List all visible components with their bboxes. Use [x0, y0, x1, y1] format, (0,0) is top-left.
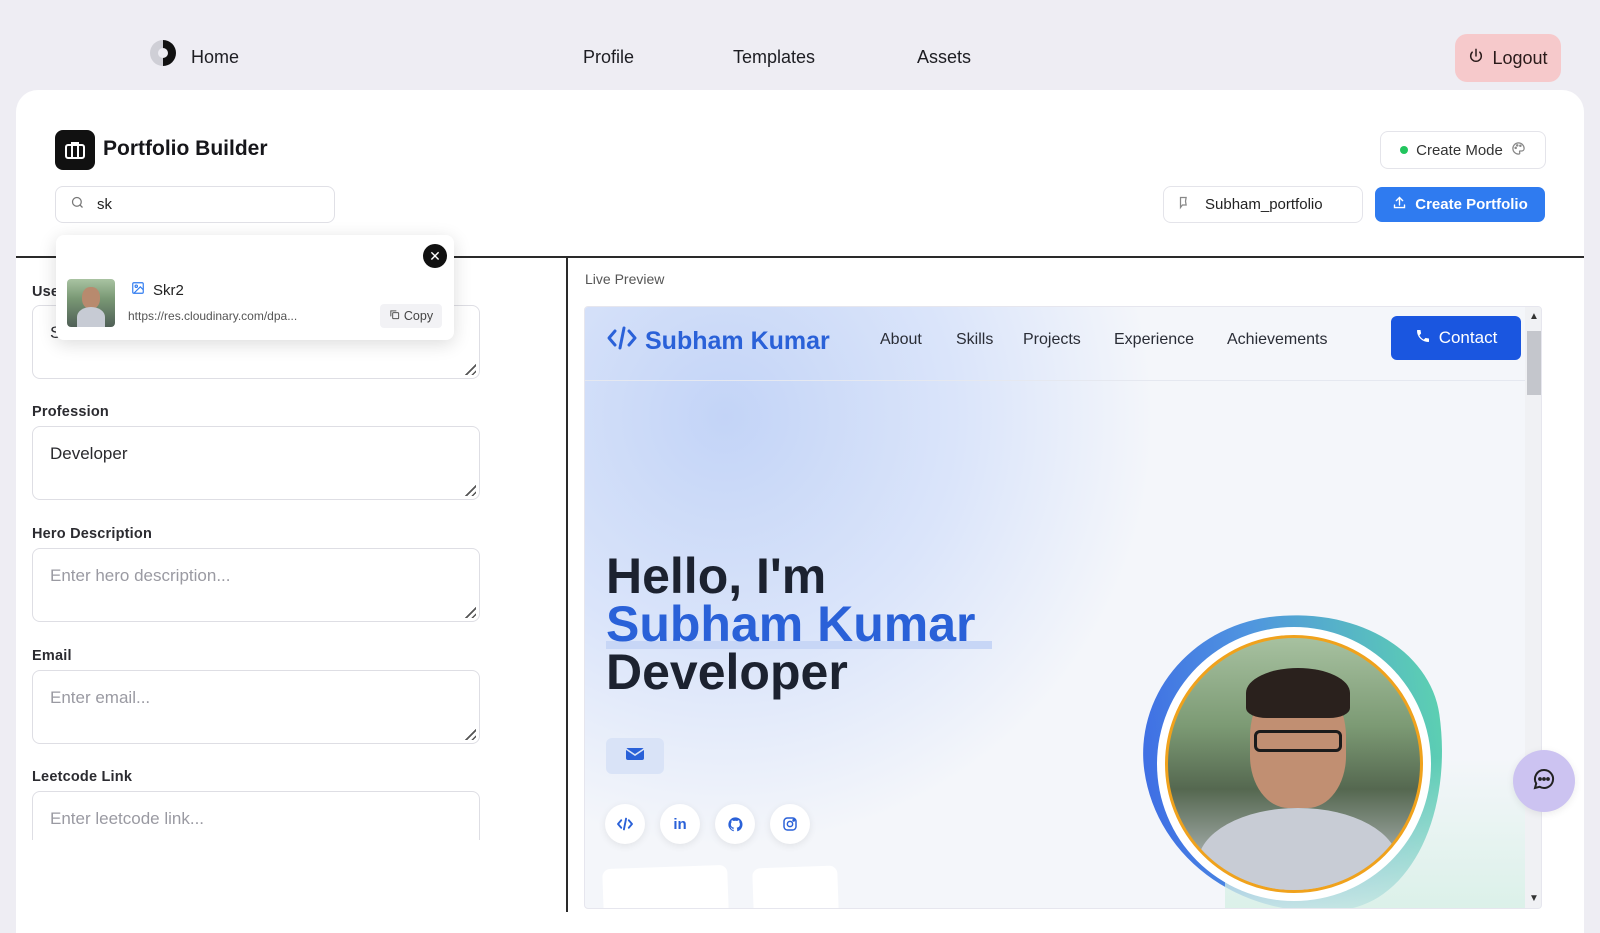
copy-icon	[389, 309, 400, 323]
leetcode-placeholder: Enter leetcode link...	[50, 809, 205, 828]
logout-label: Logout	[1492, 47, 1548, 68]
hero-greeting: Hello, I'm	[606, 548, 827, 604]
hero-name: Subham Kumar	[606, 596, 976, 652]
resize-handle[interactable]	[462, 726, 476, 740]
preview-contact-label: Contact	[1438, 328, 1498, 347]
scroll-up-icon[interactable]: ▲	[1529, 311, 1539, 322]
mail-button[interactable]	[606, 738, 664, 774]
app-logo-icon[interactable]	[150, 40, 176, 66]
resize-handle[interactable]	[462, 361, 476, 375]
resize-handle[interactable]	[462, 604, 476, 618]
preview-nav-projects[interactable]: Projects	[1023, 331, 1081, 349]
preview-contact-button[interactable]: Contact	[1391, 316, 1521, 360]
logout-button[interactable]: Logout	[1455, 34, 1561, 82]
close-icon[interactable]: ✕	[423, 244, 447, 268]
nav-profile-link[interactable]: Profile	[583, 47, 634, 68]
portfolio-name-value: Subham_portfolio	[1205, 196, 1323, 213]
search-icon	[70, 195, 85, 215]
status-dot	[1400, 146, 1409, 154]
portfolio-form: Use S Profession Developer Hero Descript…	[32, 258, 502, 840]
palette-icon	[1511, 141, 1526, 160]
asset-search-popup: ✕ Skr2 https://res.cloudinary.com/dpa...…	[56, 235, 454, 340]
live-preview-frame[interactable]: Subham Kumar About Skills Projects Exper…	[584, 306, 1542, 909]
nav-home-link[interactable]: Home	[191, 47, 239, 68]
email-label: Email	[32, 648, 72, 664]
page-title: Portfolio Builder	[103, 137, 268, 160]
power-icon	[1468, 48, 1484, 69]
create-mode-toggle[interactable]: Create Mode	[1380, 131, 1546, 169]
copy-label: Copy	[403, 309, 434, 323]
scroll-down-icon[interactable]: ▼	[1529, 893, 1539, 904]
profile-photo	[1165, 635, 1423, 893]
email-placeholder: Enter email...	[50, 688, 151, 707]
chat-bubble-icon	[1532, 767, 1556, 796]
profession-value: Developer	[50, 444, 128, 463]
preview-navbar: Subham Kumar About Skills Projects Exper…	[585, 307, 1525, 381]
hero-description-field[interactable]: Enter hero description...	[32, 548, 480, 622]
preview-logo[interactable]: Subham Kumar	[607, 325, 830, 358]
nav-templates-link[interactable]: Templates	[733, 47, 815, 68]
preview-nav-experience[interactable]: Experience	[1114, 331, 1194, 349]
nav-assets-link[interactable]: Assets	[917, 47, 971, 68]
create-mode-label: Create Mode	[1416, 141, 1503, 159]
code-icon	[607, 325, 637, 358]
preview-nav-achievements[interactable]: Achievements	[1227, 331, 1328, 349]
live-preview-label: Live Preview	[585, 271, 665, 287]
asset-thumbnail[interactable]	[67, 279, 115, 327]
asset-url: https://res.cloudinary.com/dpa...	[128, 309, 298, 323]
image-icon	[131, 281, 145, 299]
preview-scroll-thumb[interactable]	[1527, 331, 1541, 395]
upload-icon	[1392, 195, 1407, 214]
github-icon[interactable]	[715, 804, 755, 844]
portfolio-name-field[interactable]: Subham_portfolio	[1163, 186, 1363, 223]
stat-card	[602, 864, 729, 908]
hero-description-label: Hero Description	[32, 526, 153, 542]
email-field[interactable]: Enter email...	[32, 670, 480, 744]
briefcase-icon	[55, 130, 95, 170]
tag-icon	[1178, 195, 1193, 214]
panel-divider	[566, 257, 568, 912]
chat-button[interactable]	[1513, 750, 1575, 812]
profession-field[interactable]: Developer	[32, 426, 480, 500]
resize-handle[interactable]	[462, 482, 476, 496]
code-icon[interactable]	[605, 804, 645, 844]
phone-icon	[1415, 328, 1431, 349]
hero-role: Developer	[606, 644, 848, 700]
preview-scrollbar[interactable]	[1525, 307, 1541, 908]
preview-nav-about[interactable]: About	[880, 331, 922, 349]
stat-card	[752, 865, 839, 908]
create-portfolio-label: Create Portfolio	[1415, 196, 1528, 213]
top-navbar: Home Profile Templates Assets Logout	[0, 0, 1600, 90]
asset-search[interactable]	[55, 186, 335, 223]
linkedin-icon[interactable]: in	[660, 804, 700, 844]
leetcode-field[interactable]: Enter leetcode link...	[32, 791, 480, 840]
asset-name-row: Skr2	[131, 281, 184, 299]
hero-description-placeholder: Enter hero description...	[50, 566, 231, 585]
copy-url-button[interactable]: Copy	[380, 304, 442, 328]
create-portfolio-button[interactable]: Create Portfolio	[1375, 187, 1545, 222]
profession-label: Profession	[32, 404, 109, 420]
asset-name: Skr2	[153, 281, 184, 299]
mail-icon	[625, 746, 645, 767]
search-input[interactable]	[97, 196, 317, 213]
leetcode-label: Leetcode Link	[32, 769, 133, 785]
instagram-icon[interactable]	[770, 804, 810, 844]
preview-nav-skills[interactable]: Skills	[956, 331, 993, 349]
preview-logo-text: Subham Kumar	[645, 327, 830, 355]
